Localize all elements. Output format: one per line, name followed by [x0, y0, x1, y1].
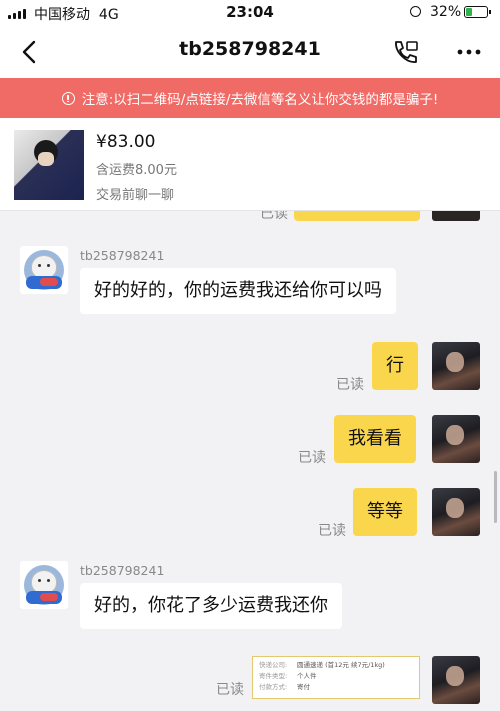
chat-header: tb258798241 [0, 26, 500, 78]
card-value: 个人件 [297, 672, 317, 680]
my-avatar[interactable] [432, 342, 480, 390]
page-title: tb258798241 [179, 38, 321, 60]
scrollbar[interactable] [494, 471, 497, 523]
clock: 23:04 [226, 3, 274, 21]
my-message-bubble[interactable] [294, 211, 420, 221]
read-status: 已读 [216, 682, 244, 698]
shipping-screenshot-image[interactable]: 快递公司: 圆通速递 (首12元 续7元/1kg) 寄件类型: 个人件 付款方式: 寄… [252, 656, 420, 699]
my-message-bubble[interactable]: 我看看 [334, 415, 416, 463]
status-bar: 中国移动 4G 23:04 32% [0, 0, 500, 26]
shipping-note: 含运费8.00元 [96, 163, 177, 178]
product-thumbnail[interactable] [14, 130, 84, 200]
sender-name: tb258798241 [80, 563, 165, 578]
more-icon[interactable] [454, 40, 484, 64]
info-icon [61, 91, 75, 105]
peer-message-bubble[interactable]: 好的好的，你的运费我还给你可以吗 [80, 268, 396, 314]
card-label: 寄件类型: [259, 672, 288, 680]
my-avatar[interactable] [432, 656, 480, 704]
card-label: 快递公司: [259, 661, 288, 669]
card-value: 圆通速递 (首12元 续7元/1kg) [297, 661, 385, 669]
product-card[interactable]: ¥83.00 含运费8.00元 交易前聊一聊 [0, 118, 500, 211]
peer-message-bubble[interactable]: 好的，你花了多少运费我还你 [80, 583, 342, 629]
my-message-bubble[interactable]: 行 [372, 342, 418, 390]
warning-text: 注意:以扫二维码/点链接/去微信等名义让你交钱的都是骗子! [81, 92, 439, 108]
read-status: 已读 [298, 450, 326, 466]
chat-before-trade-note: 交易前聊一聊 [96, 188, 175, 203]
peer-avatar[interactable] [20, 246, 68, 294]
call-icon[interactable] [390, 38, 420, 66]
card-value: 寄付 [297, 683, 310, 691]
orientation-lock-icon [410, 6, 421, 17]
chat-list[interactable]: 已读 tb258798241 好的好的，你的运费我还给你可以吗 已读 行 已读 … [0, 211, 500, 711]
peer-avatar[interactable] [20, 561, 68, 609]
read-status: 已读 [318, 523, 346, 539]
scam-warning-banner: 注意:以扫二维码/点链接/去微信等名义让你交钱的都是骗子! [0, 78, 500, 118]
read-status: 已读 [260, 211, 288, 222]
card-label: 付款方式: [259, 683, 288, 691]
product-price: ¥83.00 [96, 132, 156, 152]
my-avatar[interactable] [432, 415, 480, 463]
read-status: 已读 [336, 377, 364, 393]
my-avatar[interactable] [432, 488, 480, 536]
battery-percent: 32% [430, 4, 462, 20]
my-avatar[interactable] [432, 211, 480, 221]
battery-icon [464, 6, 491, 18]
sender-name: tb258798241 [80, 248, 165, 263]
my-message-bubble[interactable]: 等等 [353, 488, 417, 536]
